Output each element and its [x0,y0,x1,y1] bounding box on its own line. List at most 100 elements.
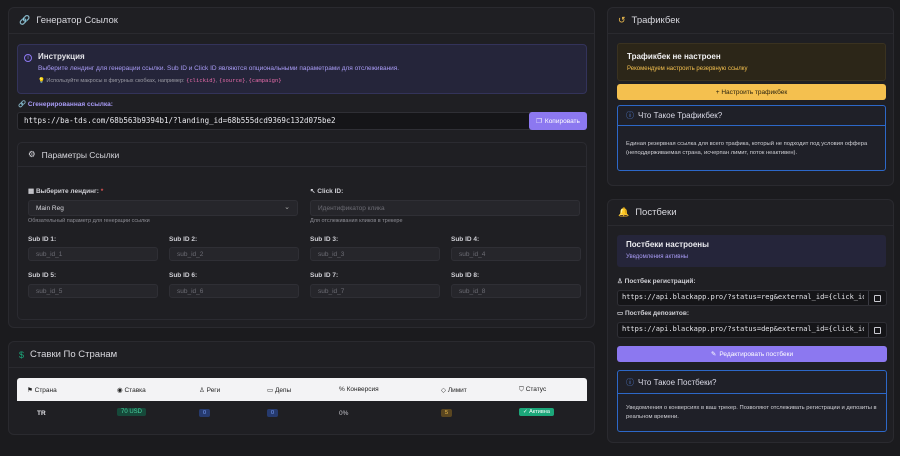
postbacks-title: Постбеки [635,207,677,218]
instruction-tip: 💡 Используйте макросы в фигурных скобках… [38,78,282,84]
generated-link-label: 🔗 Сгенерированная ссылка: [18,101,113,108]
landing-hint: Обязательный параметр для генерации ссыл… [28,218,150,224]
link-icon: 🔗 [19,15,31,25]
sub-id-3-label: Sub ID 3: [310,236,339,243]
postbacks-info-box: ⓘ Что Такое Постбеки? Уведомления о конв… [617,370,887,432]
copy-link-button[interactable]: ❐ Копировать [529,112,587,130]
info-circle-icon: ⓘ [626,377,634,387]
cell-conversion: 0% [339,410,349,417]
lightbulb-icon: 💡 [38,78,45,84]
cell-limit: 5 [441,409,453,417]
diamond-icon: ◇ [441,387,446,394]
reg-postback-field[interactable]: https://api.blackapp.pro/?status=reg&ext… [617,290,887,306]
dollar-icon: $ [19,349,25,360]
reg-postback-url: https://api.blackapp.pro/?status=reg&ext… [622,293,864,301]
macro-campaign: {campaign} [248,78,282,84]
col-deps: ▭ Депы [267,387,292,394]
trafficback-info-box: ⓘ Что Такое Трафикбек? Единая резервная … [617,105,886,171]
sub-id-1-label: Sub ID 1: [28,236,57,243]
col-limit: ◇ Лимит [441,387,467,394]
clickid-hint: Для отслеживания кликов в трекере [310,218,403,224]
rates-panel: $ Ставки По Странам ⚑ Страна ◉ Ставка ♙ … [8,341,595,435]
sub-id-8-input[interactable]: sub_id_8 [451,284,581,298]
copy-reg-postback-button[interactable] [868,291,886,305]
clickid-input[interactable]: Идентификатор клика [310,200,580,216]
instruction-box: i Инструкция Выберите лендинг для генера… [17,44,587,94]
macro-source: {source} [218,78,246,84]
return-arrow-icon: ↺ [618,15,626,25]
sub-id-5-input[interactable]: sub_id_5 [28,284,158,298]
cursor-icon: ↖ [310,188,316,195]
status-title: Постбеки настроены [626,240,709,249]
percent-icon: % [339,386,345,393]
instruction-title: Инструкция [38,52,85,61]
panel-title: Генератор Ссылок [36,15,118,26]
table-row: TR 70 USD 0 0 0% 5 ✓ Активна [17,401,587,427]
dollar-circle-icon: ◉ [117,387,123,394]
info-icon: i [24,54,32,62]
status-badge: ✓ Активна [519,408,554,416]
tip-text: Используйте макросы в фигурных скобках, … [46,78,185,84]
sub-id-6-input[interactable]: sub_id_6 [169,284,299,298]
instruction-text: Выберите лендинг для генерации ссылки. S… [38,65,400,72]
sub-id-4-input[interactable]: sub_id_4 [451,247,581,261]
sub-id-7-label: Sub ID 7: [310,272,339,279]
copy-dep-postback-button[interactable] [868,323,886,337]
trafficback-header: ↺ Трафикбек [608,8,893,34]
calendar-icon: ▦ [28,188,35,195]
generated-link-value: https://ba-tds.com/68b563b9394b1/?landin… [24,116,336,125]
copy-icon [874,294,881,302]
trafficback-title: Трафикбек [631,15,680,26]
cell-country: TR [37,410,46,417]
postbacks-panel: 🔔 Постбеки Постбеки настроены Уведомлени… [607,199,894,443]
sub-id-4-label: Sub ID 4: [451,236,480,243]
wallet-icon: ▭ [267,387,274,394]
link-generator-panel: 🔗 Генератор Ссылок i Инструкция Выберите… [8,7,595,328]
edit-postbacks-button[interactable]: ✎ Редактировать постбеки [617,346,887,362]
clickid-label: ↖ Click ID: [310,188,344,195]
trafficback-panel: ↺ Трафикбек Трафикбек не настроен Рекоме… [607,7,894,186]
generated-link-field[interactable]: https://ba-tds.com/68b563b9394b1/?landin… [17,112,538,130]
sub-id-7-input[interactable]: sub_id_7 [310,284,440,298]
postbacks-status: Постбеки настроены Уведомления активны [617,235,886,267]
alert-title: Трафикбек не настроен [627,52,721,61]
link-small-icon: 🔗 [18,101,27,108]
col-conversion: % Конверсия [339,386,379,393]
alert-text: Рекомендуем настроить резервную ссылку [627,66,748,72]
info-text: Единая резервная ссылка для всего трафик… [626,141,868,156]
shield-icon: ⛉ [519,386,524,393]
col-country: ⚑ Страна [27,387,57,394]
bell-icon: 🔔 [618,207,630,217]
trafficback-alert: Трафикбек не настроен Рекомендуем настро… [617,43,886,81]
sub-id-6-label: Sub ID 6: [169,272,198,279]
dep-postback-field[interactable]: https://api.blackapp.pro/?status=dep&ext… [617,322,887,338]
landing-select[interactable]: Main Reg ⌄ [28,200,298,216]
status-text: Уведомления активны [626,254,689,260]
col-regs: ♙ Реги [199,387,221,394]
dep-postback-url: https://api.blackapp.pro/?status=dep&ext… [622,325,864,333]
col-rate: ◉ Ставка [117,387,146,394]
sub-id-2-input[interactable]: sub_id_2 [169,247,299,261]
sub-id-1-input[interactable]: sub_id_1 [28,247,158,261]
sub-id-3-input[interactable]: sub_id_3 [310,247,440,261]
info-circle-icon: ⓘ [626,111,634,120]
params-header: ⚙ Параметры Ссылки [18,143,586,167]
link-generator-header: 🔗 Генератор Ссылок [9,8,594,34]
reg-postback-label: ♙ Постбек регистраций: [617,278,696,285]
macro-clickid: {clickid} [186,78,216,84]
cell-regs: 0 [199,409,211,417]
landing-label: ▦ Выберите лендинг: * [28,188,104,195]
user-small-icon: ♙ [617,278,623,285]
rates-title: Ставки По Странам [30,349,118,360]
col-status: ⛉ Статус [519,386,547,393]
gear-icon: ⚙ [28,149,36,159]
wallet-small-icon: ▭ [617,310,624,317]
info-text: Уведомления о конверсиях в ваш трекер. П… [626,405,877,421]
setup-trafficback-button[interactable]: + Настроить трафикбек [617,84,886,100]
info-header: ⓘ Что Такое Постбеки? [618,371,886,394]
sub-id-2-label: Sub ID 2: [169,236,198,243]
rates-table-header: ⚑ Страна ◉ Ставка ♙ Реги ▭ Депы % Конвер… [17,378,587,401]
sub-id-5-label: Sub ID 5: [28,272,57,279]
copy-icon [874,326,881,334]
info-header: ⓘ Что Такое Трафикбек? [618,106,885,126]
